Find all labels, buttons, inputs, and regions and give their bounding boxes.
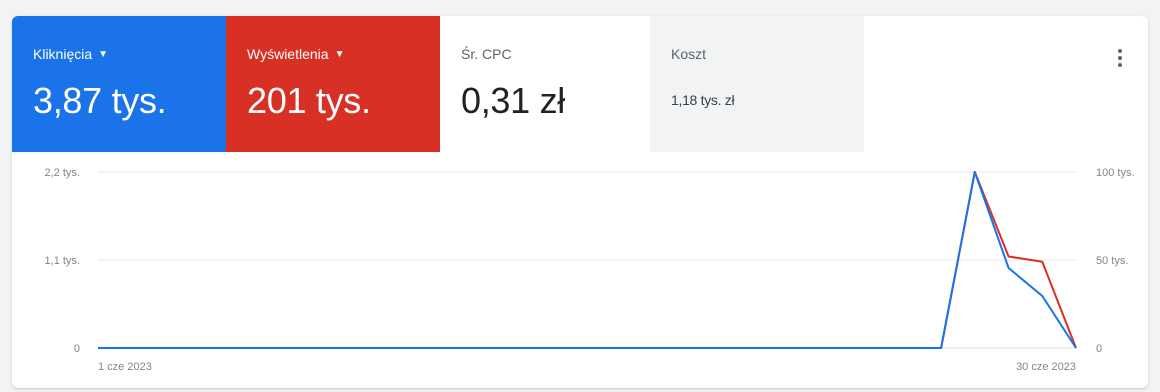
- x-tick-label: 30 cze 2023: [1016, 361, 1076, 373]
- metric-label-clicks-text: Kliknięcia: [33, 46, 93, 62]
- metric-label-impressions-text: Wyświetlenia: [247, 46, 329, 62]
- metric-tile-avg-cpc[interactable]: Śr. CPC 0,31 zł: [440, 16, 650, 152]
- y-left-tick-label: 2,2 tys.: [45, 167, 80, 179]
- performance-chart: 0 0 1,1 tys. 50 tys. 2,2 tys. 100 tys. 1 cze 2…: [45, 167, 1135, 373]
- caret-down-icon[interactable]: ▼: [335, 49, 345, 60]
- caret-down-icon[interactable]: ▼: [98, 49, 108, 60]
- x-tick-label: 1 cze 2023: [98, 361, 152, 373]
- y-right-tick-label: 50 tys.: [1096, 255, 1128, 267]
- metric-label-clicks: Kliknięcia ▼: [33, 46, 226, 62]
- metric-value-impressions: 201 tys.: [247, 80, 371, 121]
- metric-value-avg-cpc: 0,31 zł: [461, 80, 565, 121]
- more-vert-icon[interactable]: [1110, 46, 1130, 70]
- metric-label-cost: Koszt: [671, 46, 707, 62]
- metric-tile-impressions[interactable]: Wyświetlenia ▼ 201 tys.: [226, 16, 440, 152]
- y-right-tick-label: 0: [1096, 343, 1102, 355]
- metric-tile-clicks[interactable]: Kliknięcia ▼ 3,87 tys.: [12, 16, 226, 152]
- metric-tile-cost[interactable]: Koszt 1,18 tys. zł: [650, 16, 864, 152]
- more-dot: [1118, 63, 1122, 67]
- more-dot: [1118, 56, 1122, 60]
- metric-value-clicks: 3,87 tys.: [33, 80, 167, 121]
- performance-card: Kliknięcia ▼ 3,87 tys. Wyświetlenia ▼ 20…: [12, 16, 1148, 388]
- metric-label-avg-cpc: Śr. CPC: [461, 46, 512, 62]
- metric-value-cost: 1,18 tys. zł: [671, 92, 735, 108]
- more-dot: [1118, 49, 1122, 53]
- metric-label-impressions: Wyświetlenia ▼: [247, 46, 440, 62]
- y-right-tick-label: 100 tys.: [1096, 167, 1135, 179]
- metric-tiles: Kliknięcia ▼ 3,87 tys. Wyświetlenia ▼ 20…: [12, 16, 1148, 152]
- y-left-tick-label: 0: [74, 343, 80, 355]
- y-left-tick-label: 1,1 tys.: [45, 255, 80, 267]
